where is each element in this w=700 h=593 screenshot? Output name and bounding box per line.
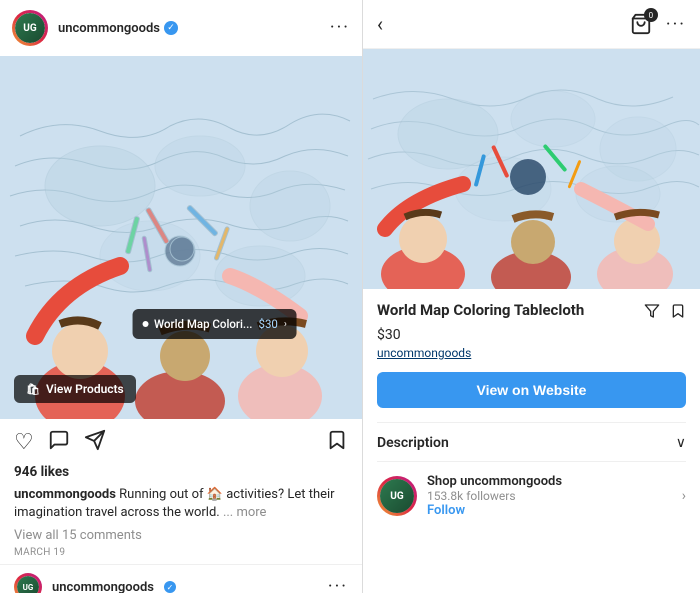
description-toggle[interactable]: Description ∨ xyxy=(377,435,686,451)
post-date: March 19 xyxy=(0,545,362,564)
likes-count: 946 likes xyxy=(0,462,362,484)
like-button[interactable]: ♡ xyxy=(14,430,34,455)
post-image-background xyxy=(0,56,363,419)
caption: uncommongoods Running out of 🏠 activitie… xyxy=(0,484,362,526)
product-title-row: World Map Coloring Tablecloth xyxy=(377,301,686,323)
footer-avatar-image: UG xyxy=(17,576,39,593)
footer-verified-badge: ✓ xyxy=(164,581,176,593)
right-header: ‹ 0 ··· xyxy=(363,0,700,49)
avatar-image: UG xyxy=(15,13,45,43)
product-actions xyxy=(644,303,686,323)
product-title: World Map Coloring Tablecloth xyxy=(377,301,632,321)
more-options-button[interactable]: ··· xyxy=(330,19,350,37)
product-seller-link[interactable]: uncommongoods xyxy=(377,346,686,360)
comment-button[interactable] xyxy=(48,429,70,456)
shop-chevron-icon: › xyxy=(682,488,686,504)
post-footer: UG uncommongoods ✓ ··· xyxy=(0,564,362,593)
username-row: uncommongoods ✓ xyxy=(58,21,320,36)
share-button[interactable] xyxy=(84,429,106,456)
product-tag-chevron-icon: › xyxy=(284,319,287,330)
bookmark-button[interactable] xyxy=(326,429,348,456)
product-tag-name: World Map Colori... xyxy=(154,317,252,331)
right-more-options-button[interactable]: ··· xyxy=(666,14,686,35)
cart-button[interactable]: 0 xyxy=(630,13,652,35)
product-bookmark-button[interactable] xyxy=(670,303,686,323)
shop-info: Shop uncommongoods 153.8k followers Foll… xyxy=(427,474,672,518)
footer-avatar[interactable]: UG xyxy=(14,573,42,593)
shop-section[interactable]: UG Shop uncommongoods 153.8k followers F… xyxy=(377,461,686,518)
view-products-label: View Products xyxy=(46,382,124,396)
product-tag-price: $30 xyxy=(259,317,278,331)
post-username[interactable]: uncommongoods xyxy=(58,21,160,36)
view-on-website-button[interactable]: View on Website xyxy=(377,372,686,408)
description-section: Description ∨ xyxy=(377,422,686,461)
verified-badge: ✓ xyxy=(164,21,178,35)
footer-more-button[interactable]: ··· xyxy=(328,578,348,593)
product-info: World Map Coloring Tablecloth $30 uncomm… xyxy=(363,289,700,593)
view-comments-link[interactable]: View all 15 comments xyxy=(0,526,362,545)
view-products-button[interactable]: 🛍 View Products xyxy=(14,375,136,403)
shop-avatar-image: UG xyxy=(380,479,414,513)
more-link[interactable]: ... more xyxy=(223,505,267,520)
shop-avatar: UG xyxy=(377,476,417,516)
product-tag-dot xyxy=(142,321,148,327)
shopping-bag-icon: 🛍 xyxy=(26,383,40,396)
footer-username[interactable]: uncommongoods xyxy=(52,580,154,593)
description-title: Description xyxy=(377,435,449,451)
shop-followers: 153.8k followers xyxy=(427,489,672,503)
avatar[interactable]: UG xyxy=(12,10,48,46)
product-tag[interactable]: World Map Colori... $30 › xyxy=(132,309,297,339)
back-button[interactable]: ‹ xyxy=(377,12,383,36)
post-header: UG uncommongoods ✓ ··· xyxy=(0,0,362,56)
actions-row: ♡ xyxy=(0,419,362,462)
shop-name: Shop uncommongoods xyxy=(427,474,672,489)
right-panel: ‹ 0 ··· xyxy=(363,0,700,593)
shop-follow-button[interactable]: Follow xyxy=(427,503,672,518)
post-image: World Map Colori... $30 › 🛍 View Product… xyxy=(0,56,363,419)
product-image xyxy=(363,49,700,289)
caption-username[interactable]: uncommongoods xyxy=(14,487,116,502)
filter-button[interactable] xyxy=(644,303,660,323)
cart-count-badge: 0 xyxy=(644,8,658,22)
description-chevron-icon: ∨ xyxy=(676,435,686,451)
left-panel: UG uncommongoods ✓ ··· xyxy=(0,0,363,593)
product-price: $30 xyxy=(377,327,686,343)
